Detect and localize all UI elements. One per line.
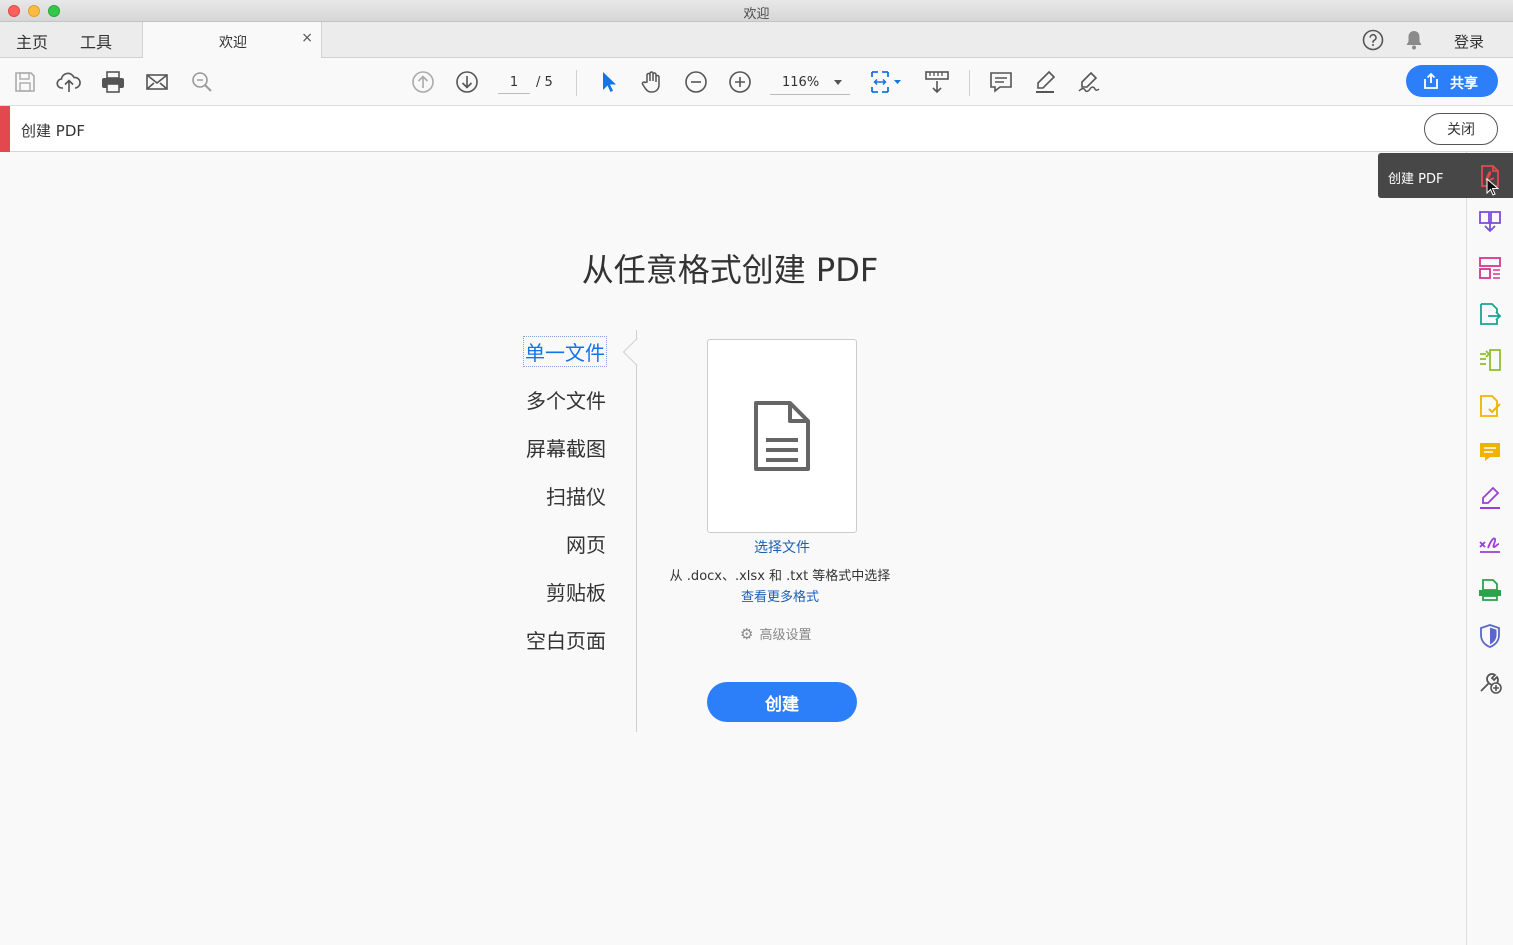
export-pdf-icon[interactable] (1477, 301, 1503, 327)
page-up-icon[interactable] (410, 69, 436, 95)
select-cursor-icon[interactable] (595, 69, 621, 95)
bell-icon[interactable] (1404, 29, 1424, 55)
select-file-link[interactable]: 选择文件 (707, 537, 857, 557)
zoom-select[interactable]: 116% (770, 71, 850, 95)
page-number-input[interactable] (498, 72, 530, 94)
zoom-value: 116% (782, 75, 820, 90)
protect-icon[interactable] (1477, 623, 1503, 649)
close-tool-button[interactable]: 关闭 (1424, 113, 1498, 145)
scan-ocr-icon[interactable] (1477, 577, 1503, 603)
page-down-icon[interactable] (454, 69, 480, 95)
tab-document[interactable]: 欢迎 × (142, 22, 322, 58)
email-icon[interactable] (144, 69, 170, 95)
acrobat-window: 欢迎 主页 工具 欢迎 × 登录 1 / 5 116% 共享 创建 PDF 关闭… (0, 0, 1513, 945)
tab-home[interactable]: 主页 (16, 29, 48, 53)
scroll-mode-icon[interactable] (924, 69, 950, 95)
document-icon (754, 401, 810, 471)
window-title: 欢迎 (743, 7, 770, 22)
options-divider (636, 330, 637, 732)
upload-icon[interactable] (56, 69, 82, 95)
share-label: 共享 (1450, 76, 1478, 92)
more-formats-link[interactable]: 查看更多格式 (680, 586, 880, 605)
option-scanner[interactable]: 扫描仪 (546, 481, 606, 510)
request-signature-icon[interactable] (1477, 393, 1503, 419)
highlight-icon[interactable] (1032, 69, 1058, 95)
tab-close-icon[interactable]: × (301, 30, 313, 46)
certificates-icon[interactable] (1477, 531, 1503, 557)
format-description: 从 .docx、.xlsx 和 .txt 等格式中选择 (669, 569, 891, 584)
help-icon[interactable] (1362, 29, 1384, 55)
toolbar: / 5 116% (0, 58, 1513, 106)
hand-icon[interactable] (639, 69, 665, 95)
zoom-in-icon[interactable] (727, 69, 753, 95)
sign-icon[interactable] (1076, 69, 1102, 95)
advanced-settings-link[interactable]: ⚙ 高级设置 (740, 624, 811, 643)
gear-icon: ⚙ (740, 625, 754, 643)
combine-files-icon[interactable] (1477, 209, 1503, 235)
tool-accent-bar (0, 106, 10, 152)
mouse-pointer-icon (1486, 177, 1500, 200)
title-bar: 欢迎 (0, 0, 1513, 22)
fill-sign-icon[interactable] (1477, 485, 1503, 511)
option-clipboard[interactable]: 剪贴板 (546, 577, 606, 606)
search-icon[interactable] (189, 69, 215, 95)
file-drop-card[interactable] (707, 339, 857, 533)
toolbar-divider (969, 70, 970, 96)
tool-title: 创建 PDF (21, 122, 85, 140)
option-blank-page[interactable]: 空白页面 (526, 625, 606, 654)
toolbar-divider (576, 70, 577, 96)
comment-tool-icon[interactable] (1477, 439, 1503, 465)
tab-tools[interactable]: 工具 (80, 29, 112, 53)
option-multiple-files[interactable]: 多个文件 (526, 385, 606, 414)
page-title: 从任意格式创建 PDF (581, 251, 879, 289)
tooltip-text: 创建 PDF (1388, 172, 1444, 187)
organize-pages-icon[interactable] (1477, 255, 1503, 281)
option-webpage[interactable]: 网页 (566, 529, 606, 558)
save-icon[interactable] (12, 69, 38, 95)
tool-header: 创建 PDF 关闭 (0, 106, 1513, 152)
more-tools-icon[interactable] (1477, 669, 1503, 695)
share-button[interactable]: 共享 (1406, 65, 1498, 97)
fit-page-icon[interactable] (868, 69, 904, 95)
comment-icon[interactable] (988, 69, 1014, 95)
tab-bar: 主页 工具 欢迎 × 登录 (0, 22, 1513, 58)
edit-pdf-icon[interactable] (1477, 347, 1503, 373)
tab-document-label: 欢迎 (219, 35, 247, 51)
login-link[interactable]: 登录 (1454, 31, 1484, 52)
create-button[interactable]: 创建 (707, 682, 857, 722)
page-total: / 5 (536, 75, 553, 90)
option-screenshot[interactable]: 屏幕截图 (526, 433, 606, 462)
option-single-file[interactable]: 单一文件 (523, 336, 607, 367)
print-icon[interactable] (100, 69, 126, 95)
zoom-out-icon[interactable] (683, 69, 709, 95)
advanced-settings-label: 高级设置 (759, 628, 812, 643)
selection-pointer (622, 337, 652, 367)
chevron-down-icon (834, 80, 842, 85)
